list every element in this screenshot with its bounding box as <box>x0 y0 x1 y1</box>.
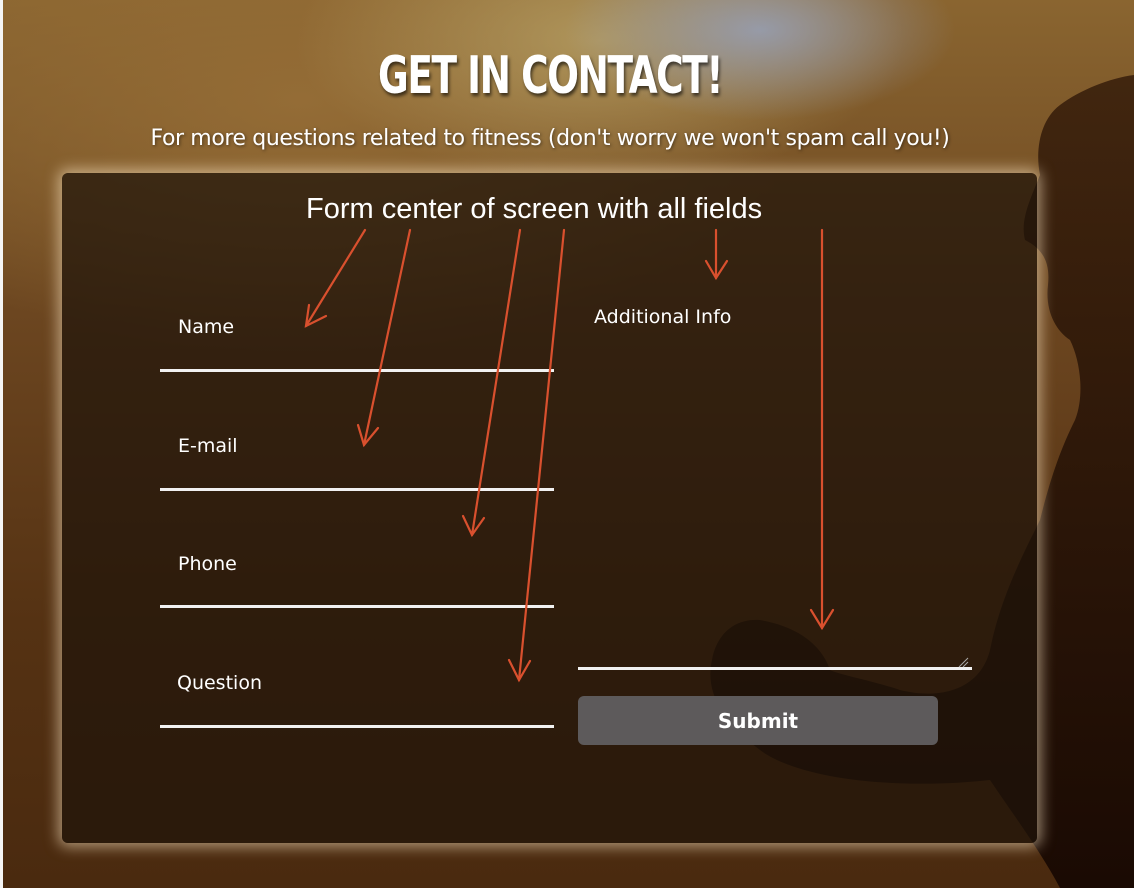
annotation-text: Form center of screen with all fields <box>306 193 763 225</box>
page-title: GET IN CONTACT! <box>378 46 723 106</box>
textarea-resize-handle-icon[interactable] <box>957 656 969 668</box>
email-input[interactable] <box>160 488 554 491</box>
question-input[interactable] <box>160 725 554 728</box>
email-field-label: E-mail <box>178 435 238 457</box>
question-field-label: Question <box>177 672 262 694</box>
submit-button[interactable]: Submit <box>578 696 938 745</box>
name-field-label: Name <box>178 316 235 338</box>
phone-field-label: Phone <box>178 553 237 575</box>
phone-input[interactable] <box>160 605 554 608</box>
additional-info-label: Additional Info <box>594 306 732 328</box>
name-input[interactable] <box>160 369 554 372</box>
page-subtitle: For more questions related to fitness (d… <box>150 126 950 151</box>
additional-info-textarea[interactable] <box>578 667 972 670</box>
